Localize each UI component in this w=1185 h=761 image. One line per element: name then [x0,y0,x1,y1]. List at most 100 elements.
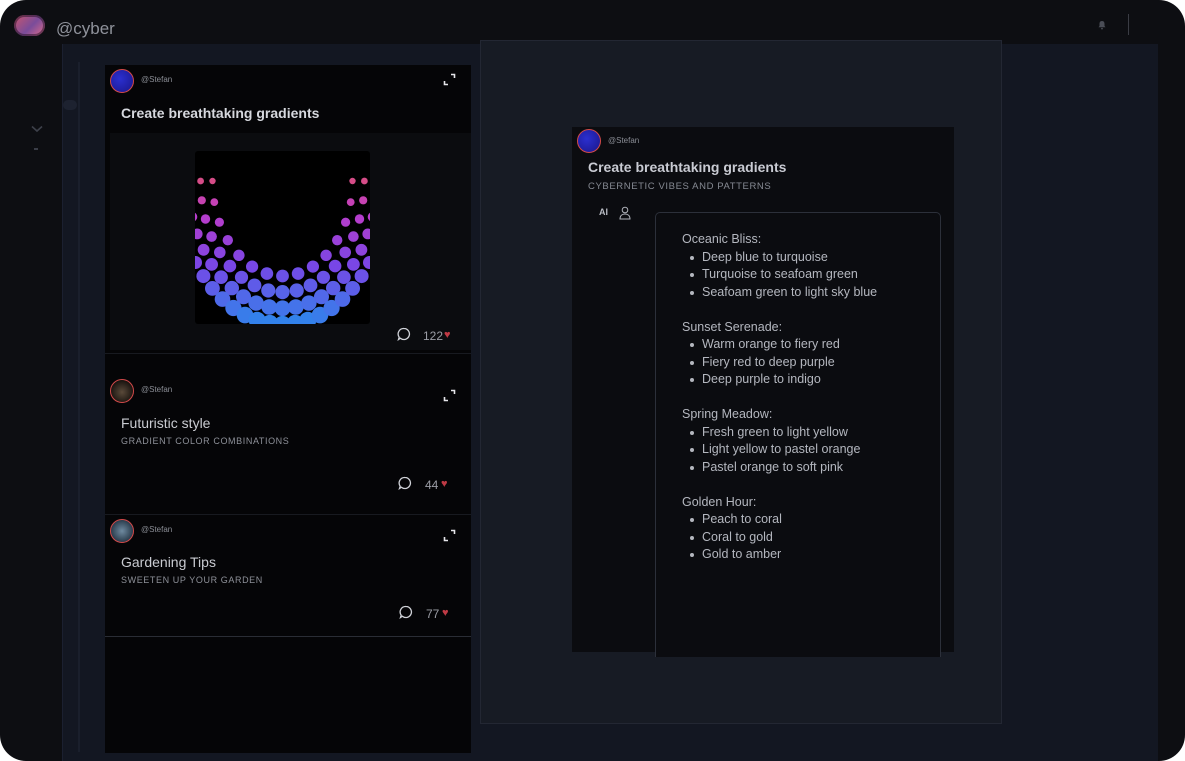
art-dot [345,281,360,296]
ai-label: AI [599,207,608,217]
post-title[interactable]: Futuristic style [121,415,210,431]
heart-icon[interactable]: ♥ [444,329,451,341]
list-item: Pastel orange to soft pink [682,459,940,477]
art-dot [274,300,291,317]
divider [105,353,471,354]
list-item: Fresh green to light yellow [682,424,940,442]
art-dot [347,258,360,271]
sidebar-marker [34,148,38,150]
art-dot [339,246,351,259]
art-dot [197,243,210,256]
art-dot [337,270,351,284]
gradient-section: Sunset Serenade: Warm orange to fiery re… [682,319,940,389]
art-dot [288,299,304,315]
color-list: Deep blue to turquoise Turquoise to seaf… [682,249,940,302]
list-item: Turquoise to seafoam green [682,266,940,284]
list-item: Coral to gold [682,529,940,547]
post-username[interactable]: @Stefan [141,385,172,394]
gradient-artwork[interactable] [195,151,370,324]
post-username[interactable]: @Stefan [141,525,172,534]
post-username[interactable]: @Stefan [141,75,172,84]
detail-card: @Stefan Create breathtaking gradients CY… [572,127,954,657]
art-dot [361,177,368,185]
art-dot [222,235,233,246]
section-heading: Oceanic Bliss: [682,232,762,246]
post-card[interactable]: @Stefan Gardening Tips SWEETEN UP YOUR G… [105,515,471,637]
post-card[interactable]: @Stefan Create breathtaking gradients 12… [105,65,471,353]
art-dot [341,217,351,227]
gradient-section: Oceanic Bliss: Deep blue to turquoise Tu… [682,231,940,301]
comment-icon[interactable] [397,327,411,341]
list-item: Gold to amber [682,546,940,564]
expand-icon[interactable] [443,389,456,402]
art-dot [320,249,332,261]
profile-avatar[interactable] [14,15,45,36]
art-dot [234,270,249,284]
expand-icon[interactable] [443,73,456,86]
detail-username[interactable]: @Stefan [608,136,639,145]
art-dot [346,198,355,206]
heart-icon[interactable]: ♥ [441,478,448,490]
color-list: Fresh green to light yellow Light yellow… [682,424,940,477]
art-dot [306,260,319,273]
art-dot [210,198,219,206]
post-subtitle: GRADIENT COLOR COMBINATIONS [121,436,290,446]
post-card[interactable]: @Stefan Futuristic style GRADIENT COLOR … [105,374,471,514]
list-item: Light yellow to pastel orange [682,441,940,459]
bell-icon[interactable] [1097,20,1107,30]
divider [105,636,471,637]
user-icon[interactable] [619,206,631,220]
list-item: Warm orange to fiery red [682,336,940,354]
detail-title: Create breathtaking gradients [588,159,787,175]
profile-username[interactable]: @cyber [56,19,115,39]
heart-icon[interactable]: ♥ [442,607,449,619]
art-dot [195,212,198,221]
avatar[interactable] [577,129,601,153]
comment-icon[interactable] [399,605,413,619]
avatar[interactable] [110,69,134,93]
art-dot [214,246,226,259]
art-dot [197,177,204,185]
color-list: Peach to coral Coral to gold Gold to amb… [682,511,940,564]
art-dot [223,259,237,273]
sidebar-handle[interactable] [63,100,77,110]
art-dot [367,212,370,221]
art-dot [200,214,211,224]
art-dot [209,177,216,185]
color-list: Warm orange to fiery red Fiery red to de… [682,336,940,389]
avatar[interactable] [110,379,134,403]
art-dot [303,278,318,293]
art-dot [328,259,342,273]
expand-icon[interactable] [443,529,456,542]
list-item: Peach to coral [682,511,940,529]
gradient-section: Golden Hour: Peach to coral Coral to gol… [682,494,940,564]
art-dot [354,269,369,284]
list-item: Deep purple to indigo [682,371,940,389]
art-dot [349,177,356,185]
art-dot [362,228,370,240]
art-dot [275,285,290,300]
art-dot [261,299,277,315]
post-subtitle: SWEETEN UP YOUR GARDEN [121,575,263,585]
avatar[interactable] [110,519,134,543]
art-dot [214,217,224,227]
section-heading: Spring Meadow: [682,407,773,421]
post-title[interactable]: Gardening Tips [121,554,216,570]
art-dot [233,249,245,261]
art-dot [197,196,206,205]
detail-subtitle: CYBERNETIC VIBES AND PATTERNS [588,181,772,192]
art-dot [261,283,276,298]
like-count: 44 [425,478,439,492]
post-title[interactable]: Create breathtaking gradients [121,105,319,121]
feed-scroll-track[interactable] [78,62,80,752]
art-dot [348,231,359,242]
section-heading: Golden Hour: [682,494,757,509]
section-heading: Sunset Serenade: [682,319,783,334]
art-dot [195,228,203,240]
art-dot [289,283,304,298]
chevron-down-icon[interactable] [31,125,43,133]
comment-icon[interactable] [398,476,412,490]
gradient-section: Spring Meadow: Fresh green to light yell… [682,406,940,476]
list-item: Deep blue to turquoise [682,249,940,267]
art-dot [196,269,211,284]
